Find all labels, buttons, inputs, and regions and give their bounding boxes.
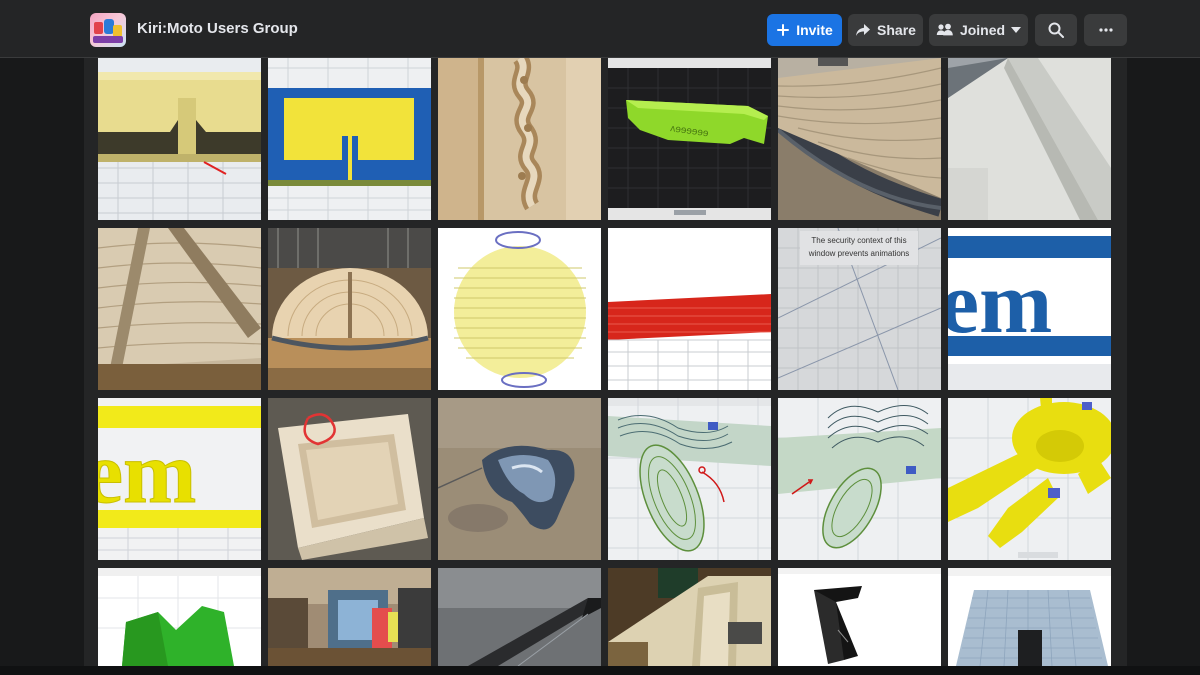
photo-tile[interactable]: ᴧɘɘɘɘɘɘ [608,58,771,220]
photo-tile[interactable] [98,228,261,390]
photo-tile[interactable] [438,398,601,560]
caret-down-icon [1011,27,1022,33]
invite-label: Invite [796,22,833,38]
joined-button[interactable]: Joined [929,14,1028,46]
people-icon [936,23,953,36]
photo-tile[interactable] [268,398,431,560]
group-avatar[interactable] [90,13,126,47]
photo-tile[interactable] [778,398,941,560]
photo-tile[interactable]: The security context of this window prev… [778,228,941,390]
search-icon [1048,22,1064,38]
share-label: Share [877,22,916,38]
search-button[interactable] [1035,14,1077,46]
photo-tile[interactable] [438,568,601,666]
group-header-bar: Kiri:Moto Users Group Invite Share Joine… [0,0,1200,58]
word-em-yellow: em [98,425,196,522]
photo-tile[interactable] [438,58,601,220]
more-dots-icon [1098,28,1113,32]
joined-label: Joined [959,22,1006,38]
photo-tile[interactable] [438,228,601,390]
more-options-button[interactable] [1084,14,1127,46]
photo-grid: ᴧɘɘɘɘɘɘ The security context of this win… [84,58,1127,666]
photo-tile[interactable] [948,568,1111,666]
security-notice-line1: The security context of this [811,236,906,245]
photo-tile[interactable] [268,568,431,666]
group-name[interactable]: Kiri:Moto Users Group [137,20,298,37]
share-button[interactable]: Share [848,14,923,46]
share-arrow-icon [856,24,871,36]
photo-tile[interactable] [268,58,431,220]
photo-tile[interactable] [608,228,771,390]
photo-tile[interactable] [778,58,941,220]
photo-tile[interactable] [608,398,771,560]
invite-button[interactable]: Invite [767,14,842,46]
photo-tile[interactable] [778,568,941,666]
photo-tile[interactable] [268,228,431,390]
security-notice-line2: window prevents animations [808,249,910,258]
photo-tile[interactable] [608,568,771,666]
bottom-edge [0,666,1200,675]
plus-icon [777,24,790,36]
photo-tile[interactable] [948,398,1111,560]
photo-tile[interactable] [98,58,261,220]
photo-tile[interactable] [98,568,261,666]
photo-tile[interactable]: em [98,398,261,560]
photo-tile[interactable] [948,58,1111,220]
photo-tile[interactable]: em [948,228,1111,390]
word-em-blue: em [948,255,1052,352]
